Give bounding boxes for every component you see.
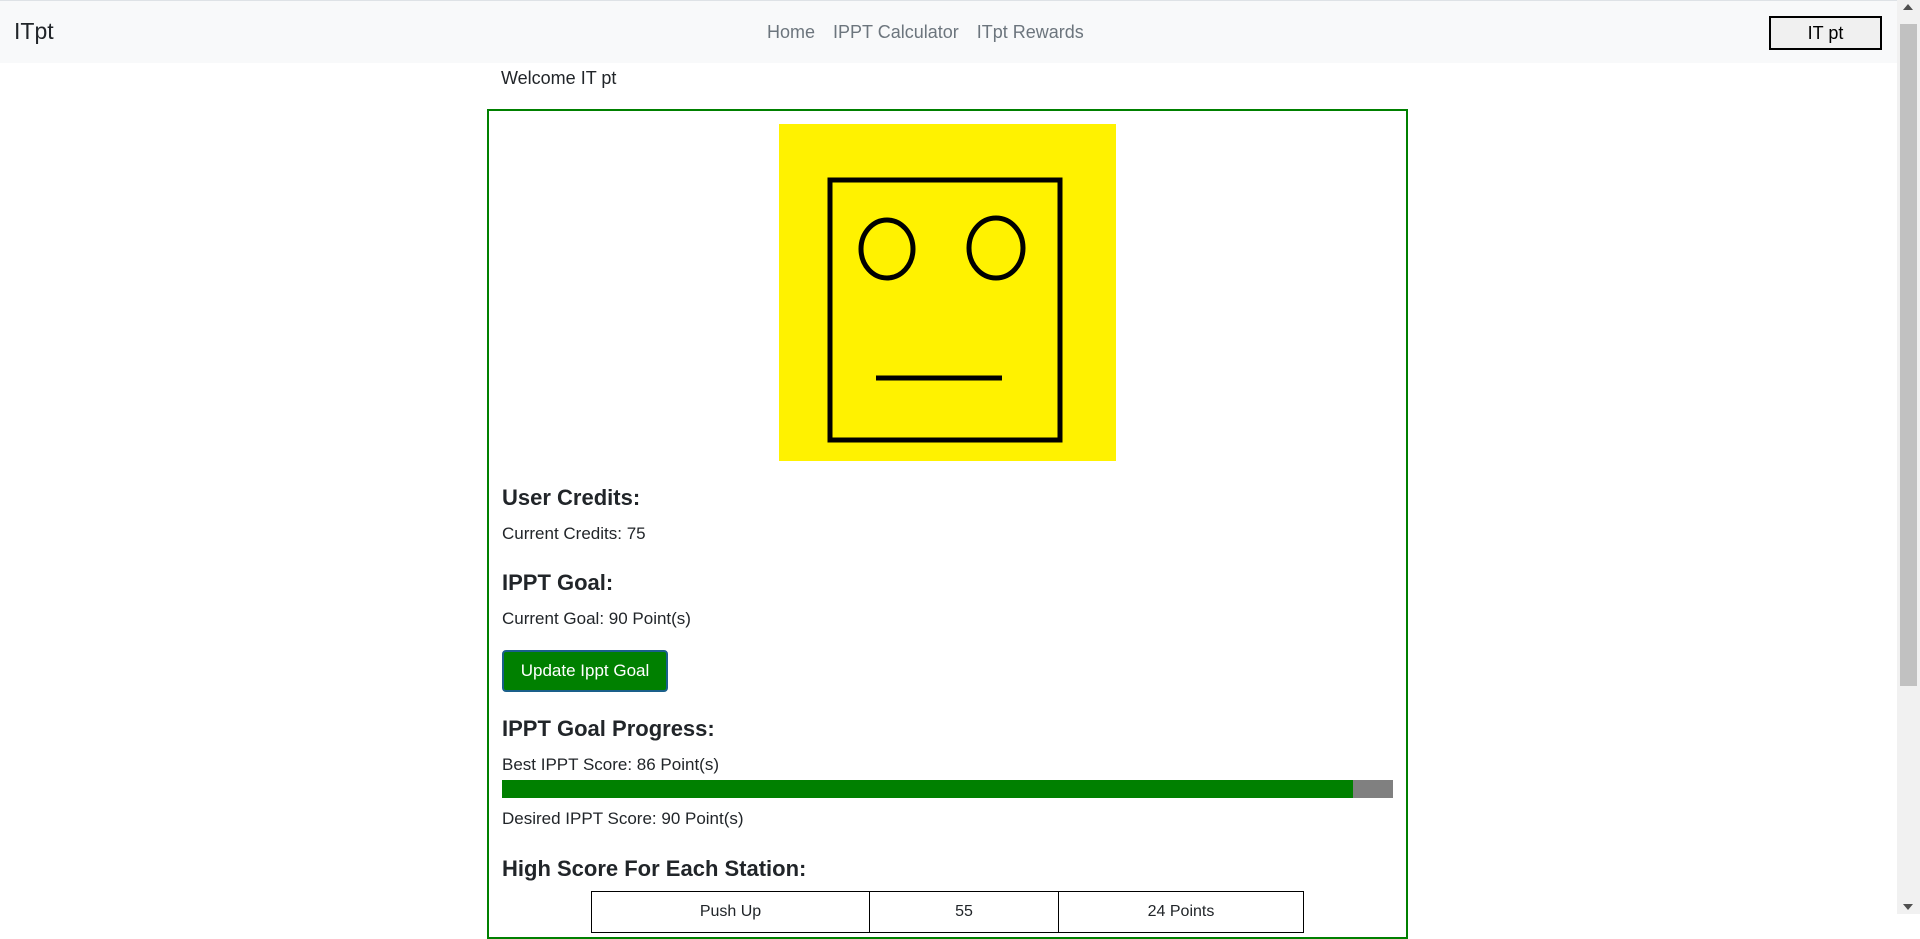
avatar-face-icon — [779, 124, 1116, 461]
goal-progress-bar — [502, 780, 1393, 798]
nav-link-ippt-calculator[interactable]: IPPT Calculator — [833, 22, 959, 43]
user-credits-heading: User Credits: — [502, 485, 641, 510]
station-points-cell: 24 Points — [1058, 891, 1304, 933]
station-reps-cell: 55 — [869, 891, 1059, 933]
nav-link-itpt-rewards[interactable]: ITpt Rewards — [977, 22, 1084, 43]
current-goal-text: Current Goal: 90 Point(s) — [502, 609, 691, 628]
nav-link-home[interactable]: Home — [767, 22, 815, 43]
top-navbar: ITpt Home IPPT Calculator ITpt Rewards I… — [0, 0, 1897, 63]
vertical-scrollbar[interactable] — [1897, 0, 1920, 914]
station-name-cell: Push Up — [591, 891, 870, 933]
best-ippt-score-text: Best IPPT Score: 86 Point(s) — [502, 755, 719, 774]
station-high-scores-heading: High Score For Each Station: — [502, 856, 807, 881]
brand-logo[interactable]: ITpt — [14, 18, 54, 45]
nav-links: Home IPPT Calculator ITpt Rewards — [767, 22, 1084, 43]
welcome-message: Welcome IT pt — [501, 68, 617, 88]
ippt-goal-progress-heading: IPPT Goal Progress: — [502, 716, 715, 741]
ippt-goal-heading: IPPT Goal: — [502, 570, 614, 595]
station-high-score-table: Push Up 55 24 Points — [591, 891, 1304, 933]
table-row: Push Up 55 24 Points — [591, 891, 1304, 933]
scrollbar-thumb[interactable] — [1900, 24, 1917, 686]
desired-ippt-score-text: Desired IPPT Score: 90 Point(s) — [502, 809, 744, 828]
current-credits-text: Current Credits: 75 — [502, 524, 646, 543]
update-ippt-goal-button[interactable]: Update Ippt Goal — [502, 650, 668, 692]
user-account-button[interactable]: IT pt — [1769, 16, 1882, 50]
goal-progress-fill — [502, 780, 1354, 798]
scroll-up-arrow-icon[interactable] — [1903, 4, 1913, 10]
scroll-down-arrow-icon[interactable] — [1903, 904, 1913, 910]
